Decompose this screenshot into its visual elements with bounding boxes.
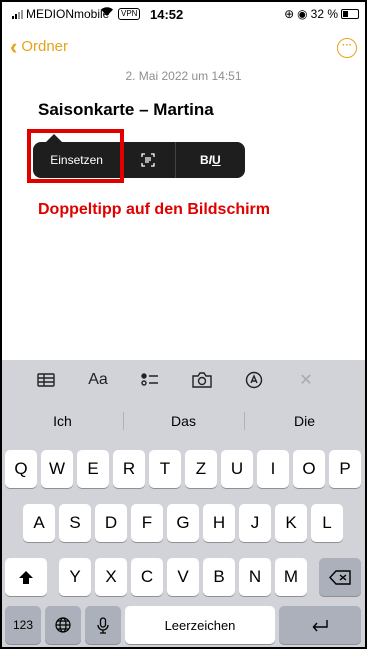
key-m[interactable]: M	[275, 558, 307, 596]
return-icon	[312, 619, 328, 631]
suggestion-3[interactable]: Die	[244, 400, 365, 442]
key-i[interactable]: I	[257, 450, 289, 488]
keyboard: Ich Das Die Q W E R T Z U I O P A S D F …	[2, 400, 365, 647]
suggestion-1[interactable]: Ich	[2, 400, 123, 442]
key-w[interactable]: W	[41, 450, 73, 488]
bold-label: B	[199, 153, 209, 167]
camera-icon[interactable]	[176, 372, 228, 388]
chevron-left-icon: ‹	[10, 33, 18, 59]
key-t[interactable]: T	[149, 450, 181, 488]
note-date: 2. Mai 2022 um 14:51	[125, 69, 242, 83]
key-y[interactable]: Y	[59, 558, 91, 596]
signal-icon	[12, 9, 23, 19]
scan-text-icon	[141, 153, 155, 167]
status-time: 14:52	[150, 7, 184, 22]
dictation-key[interactable]	[85, 606, 121, 644]
key-x[interactable]: X	[95, 558, 127, 596]
shift-icon	[19, 570, 33, 584]
notes-toolbar: Aa ✕	[2, 360, 365, 400]
highlight-box	[27, 129, 124, 183]
screen-lock-icon: ⊕	[284, 7, 295, 21]
format-button[interactable]: BIU	[176, 142, 245, 178]
wifi-icon	[100, 6, 114, 20]
space-key[interactable]: Leerzeichen	[125, 606, 275, 644]
key-c[interactable]: C	[131, 558, 163, 596]
key-h[interactable]: H	[203, 504, 235, 542]
status-right: ⊕ ◉ 32 %	[284, 7, 359, 21]
key-row-4: 123 Leerzeichen	[2, 606, 365, 646]
vpn-badge: VPN	[118, 8, 141, 20]
key-u[interactable]: U	[221, 450, 253, 488]
suggestion-bar: Ich Das Die	[2, 400, 365, 442]
instruction-text: Doppeltipp auf den Bildschirm	[38, 201, 271, 218]
more-options-icon[interactable]: ···	[337, 38, 357, 58]
key-row-1: Q W E R T Z U I O P	[2, 450, 365, 490]
checklist-icon[interactable]	[124, 372, 176, 388]
markup-icon[interactable]	[228, 371, 280, 389]
key-k[interactable]: K	[275, 504, 307, 542]
key-f[interactable]: F	[131, 504, 163, 542]
key-b[interactable]: B	[203, 558, 235, 596]
close-icon[interactable]: ✕	[280, 370, 332, 390]
format-text-button[interactable]: Aa	[72, 371, 124, 389]
key-o[interactable]: O	[293, 450, 325, 488]
underline-label: U	[212, 153, 221, 167]
key-s[interactable]: S	[59, 504, 91, 542]
shift-key[interactable]	[5, 558, 47, 596]
note-title[interactable]: Saisonkarte – Martina	[38, 100, 214, 120]
suggestion-2[interactable]: Das	[123, 400, 244, 442]
back-label: Ordner	[21, 38, 69, 55]
backspace-icon	[329, 569, 351, 585]
backspace-key[interactable]	[319, 558, 361, 596]
return-key[interactable]	[279, 606, 361, 644]
key-d[interactable]: D	[95, 504, 127, 542]
phone-screen: MEDIONmobile VPN 14:52 ⊕ ◉ 32 % ‹ Ordner…	[2, 2, 365, 647]
key-g[interactable]: G	[167, 504, 199, 542]
back-button[interactable]: ‹ Ordner	[10, 33, 69, 59]
carrier-name: MEDIONmobile	[26, 7, 110, 21]
key-p[interactable]: P	[329, 450, 361, 488]
key-v[interactable]: V	[167, 558, 199, 596]
key-q[interactable]: Q	[5, 450, 37, 488]
key-j[interactable]: J	[239, 504, 271, 542]
status-bar: MEDIONmobile VPN 14:52 ⊕ ◉ 32 %	[2, 2, 365, 28]
key-row-3: Y X C V B N M	[2, 558, 365, 598]
battery-icon	[341, 9, 359, 19]
nav-bar: ‹ Ordner ···	[2, 32, 365, 62]
key-r[interactable]: R	[113, 450, 145, 488]
alarm-icon: ◉	[297, 7, 308, 21]
battery-percent: 32 %	[310, 7, 338, 21]
key-l[interactable]: L	[311, 504, 343, 542]
key-row-2: A S D F G H J K L	[2, 504, 365, 544]
key-n[interactable]: N	[239, 558, 271, 596]
globe-key[interactable]	[45, 606, 81, 644]
key-a[interactable]: A	[23, 504, 55, 542]
scan-text-button[interactable]	[120, 142, 176, 178]
table-icon[interactable]	[20, 373, 72, 387]
key-e[interactable]: E	[77, 450, 109, 488]
numbers-key[interactable]: 123	[5, 606, 41, 644]
microphone-icon	[97, 616, 109, 634]
key-z[interactable]: Z	[185, 450, 217, 488]
globe-icon	[55, 617, 71, 633]
